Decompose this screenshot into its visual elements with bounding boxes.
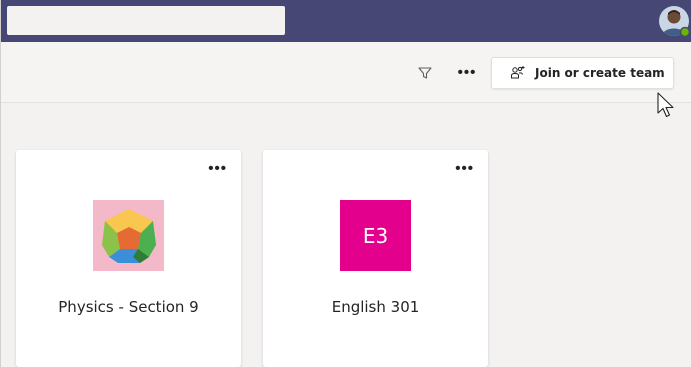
- join-button-label: Join or create team: [535, 66, 665, 80]
- team-name: Physics - Section 9: [58, 298, 199, 316]
- join-or-create-team-button[interactable]: Join or create team: [491, 57, 674, 89]
- more-options-button[interactable]: •••: [456, 62, 478, 82]
- filter-button[interactable]: [415, 63, 435, 83]
- avatar-icon: [659, 6, 691, 38]
- mouse-pointer-icon: [656, 92, 676, 120]
- team-more-options-button[interactable]: •••: [455, 161, 474, 176]
- team-card-physics[interactable]: ••• Physics - Section 9: [16, 150, 241, 367]
- filter-icon: [418, 67, 432, 79]
- title-bar: [1, 0, 691, 42]
- presence-badge: [679, 26, 691, 38]
- people-add-icon: [509, 64, 527, 82]
- search-input[interactable]: [7, 6, 285, 35]
- teams-app: ••• Join or create team ••• Physics - Se…: [0, 0, 691, 367]
- user-avatar[interactable]: [659, 6, 691, 38]
- team-tile-image: [93, 200, 164, 271]
- team-name: English 301: [331, 298, 420, 316]
- team-initials: E3: [362, 223, 389, 248]
- dodecahedron-icon: [101, 208, 156, 263]
- team-card-english[interactable]: ••• E3 English 301: [263, 150, 488, 367]
- team-tile-initials: E3: [340, 200, 411, 271]
- team-more-options-button[interactable]: •••: [208, 161, 227, 176]
